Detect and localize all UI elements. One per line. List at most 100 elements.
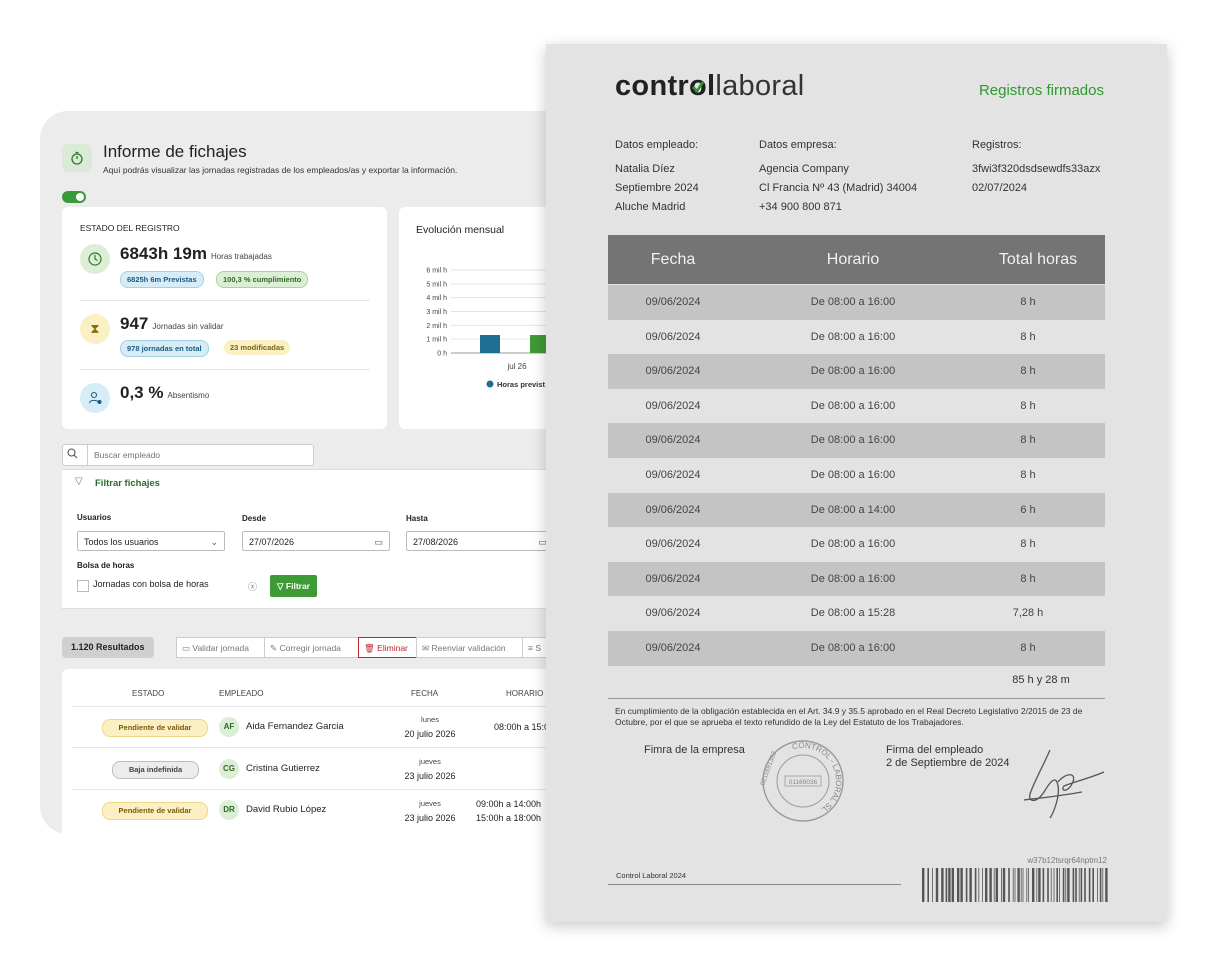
record-row: 09/06/2024 De 08:00 a 16:00 8 h xyxy=(608,631,1105,666)
employee-location: Aluche Madrid xyxy=(615,201,686,213)
employee-signature-date: 2 de Septiembre de 2024 xyxy=(886,757,1010,769)
status-card-label: ESTADO DEL REGISTRO xyxy=(80,223,180,233)
hours-bag-checkbox[interactable] xyxy=(77,580,89,592)
y-tick-label: 3 mil h xyxy=(426,309,447,316)
record-schedule: De 08:00 a 16:00 xyxy=(810,399,896,412)
search-input[interactable] xyxy=(87,445,307,465)
to-date-input[interactable]: 27/08/2026 ▭ xyxy=(406,531,554,551)
company-header: Datos empresa: xyxy=(759,139,837,151)
column-header: EMPLEADO xyxy=(219,689,264,698)
svg-text:01169036: 01169036 xyxy=(789,779,818,786)
page-title: Informe de fichajes xyxy=(103,142,247,161)
record-row: 09/06/2024 De 08:00 a 16:00 8 h xyxy=(608,389,1105,424)
search-box[interactable] xyxy=(62,444,314,466)
correct-button[interactable]: ✎ Corregir jornada xyxy=(264,637,359,658)
barcode-icon xyxy=(922,868,1108,902)
divider xyxy=(608,884,901,885)
record-schedule: De 08:00 a 16:00 xyxy=(810,434,896,447)
compliance-badge: 100,3 % cumplimiento xyxy=(216,271,309,288)
record-row: 09/06/2024 De 08:00 a 16:00 8 h xyxy=(608,354,1105,389)
status-badge: Pendiente de validar xyxy=(102,802,208,820)
document-footer: Control Laboral 2024 xyxy=(616,871,687,880)
record-row: 09/06/2024 De 08:00 a 16:00 8 h xyxy=(608,561,1105,597)
svg-text:CONTROL - LABORAL SL: CONTROL - LABORAL SL xyxy=(791,741,843,815)
record-total: 6 h xyxy=(1020,503,1036,516)
record-row: 09/06/2024 De 08:00 a 16:00 8 h xyxy=(608,458,1105,493)
modified-days-badge: 23 modificadas xyxy=(224,340,291,355)
planned-hours-badge: 6825h 6m Previstas xyxy=(120,271,204,288)
column-header: FECHA xyxy=(411,689,439,698)
clear-icon[interactable]: ⓧ xyxy=(248,580,257,593)
record-schedule: De 08:00 a 16:00 xyxy=(810,296,896,308)
barcode-id: w37b12tsrqr64nptm12 xyxy=(1027,856,1107,865)
status-badge: Baja indefinida xyxy=(112,761,199,779)
company-name: Agencia Company xyxy=(759,163,849,175)
employee-name[interactable]: David Rubio López xyxy=(246,804,326,815)
users-select[interactable]: Todos los usuarios ⌄ xyxy=(77,531,225,551)
legend-label: Horas previst xyxy=(497,380,545,389)
divider xyxy=(80,300,370,301)
record-row: 09/06/2024 De 08:00 a 14:00 6 h xyxy=(608,492,1105,528)
company-address: Cl Francia Nº 43 (Madrid) 34004 xyxy=(759,182,918,194)
calendar-icon: ▭ xyxy=(374,537,383,547)
employee-name: Natalia Díez xyxy=(615,163,675,175)
records-table-header: Fecha Horario Total horas xyxy=(608,235,1105,284)
filter-button[interactable]: ▽ Filtrar xyxy=(270,575,317,597)
checkmark-icon xyxy=(692,81,704,93)
employee-signature-label: Firma del empleado xyxy=(886,744,984,756)
divider xyxy=(608,698,1105,699)
records-id: 3fwi3f320dsdsewdfs33azx xyxy=(972,163,1101,175)
record-date: 09/06/2024 xyxy=(645,572,701,585)
record-date: 09/06/2024 xyxy=(645,642,701,654)
y-tick-label: 6 mil h xyxy=(426,268,447,275)
records-date: 02/07/2024 xyxy=(972,182,1028,194)
record-schedule: De 08:00 a 15:28 xyxy=(810,607,896,620)
legend-marker xyxy=(486,380,494,388)
hours-bag-option: Jornadas con bolsa de horas xyxy=(93,579,209,589)
company-phone: +34 900 800 871 xyxy=(759,201,842,213)
schedule: 08:00h a 15:0 xyxy=(494,722,550,732)
chevron-down-icon: ⌄ xyxy=(210,537,218,547)
record-total: 8 h xyxy=(1020,538,1036,551)
record-date: 09/06/2024 xyxy=(645,503,701,516)
hours-worked-stat: 6843h 19m Horas trabajadas xyxy=(120,244,272,263)
results-count: 1.120 Resultados xyxy=(62,637,154,658)
employee-name[interactable]: Aida Fernandez Garcia xyxy=(246,721,344,732)
record-schedule: De 08:00 a 16:00 xyxy=(810,572,896,585)
filters-title[interactable]: Filtrar fichajes xyxy=(95,478,160,489)
y-tick-label: 1 mil h xyxy=(426,337,447,344)
record-total: 8 h xyxy=(1020,330,1036,343)
record-total: 8 h xyxy=(1020,296,1036,308)
record-row: 09/06/2024 De 08:00 a 15:28 7,28 h xyxy=(608,596,1105,631)
record-schedule: De 08:00 a 16:00 xyxy=(810,365,896,378)
from-date-input[interactable]: 27/07/2026 ▭ xyxy=(242,531,390,551)
avatar: DR xyxy=(219,800,239,820)
filters-panel: ▽ Filtrar fichajes Usuarios Todos los us… xyxy=(62,469,622,609)
record-date: 09/06/2024 xyxy=(645,469,701,481)
status-badge: Pendiente de validar xyxy=(102,719,208,737)
signed-records-badge: Registros firmados xyxy=(978,82,1104,99)
hours-bag-label: Bolsa de horas xyxy=(77,561,135,570)
column-header: HORARIO xyxy=(506,689,544,698)
grand-total: 85 h y 28 m xyxy=(1012,674,1070,686)
column-header: Horario xyxy=(826,251,880,268)
page-subtitle: Aquí podrás visualizar las jornadas regi… xyxy=(103,165,458,175)
funnel-icon: ▽ xyxy=(75,476,83,487)
record-schedule: De 08:00 a 16:00 xyxy=(810,538,896,551)
employee-name[interactable]: Cristina Gutierrez xyxy=(246,763,320,774)
resend-validation-button[interactable]: ✉ Reenviar validación xyxy=(416,637,523,658)
column-header: ESTADO xyxy=(132,689,165,698)
bar[interactable] xyxy=(480,335,500,353)
signed-records-document: contro llaboral Registros firmados Datos … xyxy=(546,44,1167,922)
delete-button[interactable]: 🗑 Eliminar xyxy=(358,637,417,658)
record-schedule: De 08:00 a 16:00 xyxy=(810,642,896,654)
record-date: 09/06/2024 xyxy=(645,399,701,412)
total-days-badge: 978 jornadas en total xyxy=(120,340,209,357)
validate-button[interactable]: ▭ Validar jornada xyxy=(176,637,265,658)
record-date: 09/06/2024 xyxy=(645,607,701,620)
employee-header: Datos empleado: xyxy=(615,139,699,151)
record-schedule: De 08:00 a 16:00 xyxy=(810,330,896,343)
y-tick-label: 4 mil h xyxy=(426,295,447,302)
record-total: 7,28 h xyxy=(1012,607,1044,620)
view-toggle[interactable] xyxy=(62,191,86,203)
